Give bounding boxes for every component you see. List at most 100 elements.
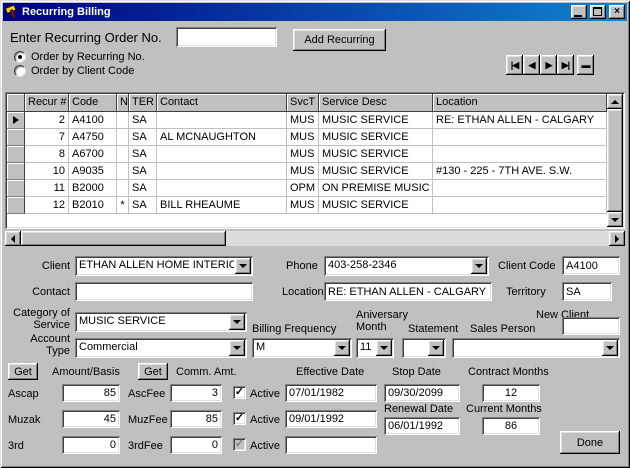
add-recurring-button[interactable]: Add Recurring bbox=[293, 29, 386, 51]
row-selector[interactable] bbox=[7, 129, 25, 146]
done-button[interactable]: Done bbox=[560, 431, 620, 454]
billing-frequency-combo[interactable]: M bbox=[252, 338, 352, 358]
cell-location[interactable] bbox=[433, 180, 607, 197]
cell-n[interactable] bbox=[117, 146, 129, 163]
nav-first-button[interactable]: |◀ bbox=[506, 55, 523, 75]
table-row[interactable]: 8 A6700 SA MUS MUSIC SERVICE bbox=[7, 146, 607, 163]
vertical-scrollbar-thumb[interactable] bbox=[607, 109, 623, 212]
table-row[interactable]: 11 B2000 SA OPM ON PREMISE MUSIC bbox=[7, 180, 607, 197]
territory-input[interactable] bbox=[562, 282, 612, 301]
stop-date-input[interactable] bbox=[384, 384, 460, 402]
dropdown-arrow-icon[interactable] bbox=[229, 314, 245, 330]
scroll-right-button[interactable] bbox=[609, 231, 625, 246]
cell-ter[interactable]: SA bbox=[129, 163, 157, 180]
titlebar[interactable]: Recurring Billing × bbox=[3, 3, 627, 21]
scroll-down-button[interactable] bbox=[607, 212, 623, 227]
table-row[interactable]: 7 A4750 SA AL MCNAUGHTON MUS MUSIC SERVI… bbox=[7, 129, 607, 146]
get-comm-button[interactable]: Get bbox=[138, 363, 168, 380]
nav-prev-button[interactable]: ◀ bbox=[523, 55, 540, 75]
cell-svct[interactable]: OPM bbox=[287, 180, 319, 197]
cell-ter[interactable]: SA bbox=[129, 112, 157, 129]
cell-location[interactable] bbox=[433, 129, 607, 146]
muzak-effective-date-input[interactable] bbox=[285, 410, 377, 428]
nav-delete-button[interactable]: ▬ bbox=[577, 55, 594, 75]
cell-contact[interactable] bbox=[157, 112, 287, 129]
row-selector[interactable] bbox=[7, 146, 25, 163]
scroll-up-button[interactable] bbox=[607, 94, 623, 109]
cell-recur[interactable]: 12 bbox=[25, 197, 69, 214]
contract-months-input[interactable] bbox=[482, 384, 540, 402]
cell-n[interactable] bbox=[117, 180, 129, 197]
cell-desc[interactable]: MUSIC SERVICE bbox=[319, 197, 433, 214]
cell-code[interactable]: A4750 bbox=[69, 129, 117, 146]
cell-location[interactable] bbox=[433, 146, 607, 163]
radio-order-by-recurring[interactable]: Order by Recurring No. bbox=[14, 50, 145, 63]
cell-desc[interactable]: MUSIC SERVICE bbox=[319, 163, 433, 180]
cell-contact[interactable] bbox=[157, 163, 287, 180]
ascap-effective-date-input[interactable] bbox=[285, 384, 377, 402]
ascap-active-checkbox[interactable]: ✓ bbox=[233, 386, 246, 399]
muzak-active-checkbox[interactable]: ✓ bbox=[233, 412, 246, 425]
dropdown-arrow-icon[interactable] bbox=[235, 258, 251, 274]
cell-svct[interactable]: MUS bbox=[287, 197, 319, 214]
dropdown-arrow-icon[interactable] bbox=[334, 340, 350, 356]
third-effective-date-input[interactable] bbox=[285, 436, 377, 454]
ascap-input[interactable] bbox=[62, 384, 120, 402]
scroll-left-button[interactable] bbox=[5, 231, 21, 246]
phone-combo[interactable]: 403-258-2346 bbox=[324, 256, 489, 276]
row-selector[interactable] bbox=[7, 197, 25, 214]
dropdown-arrow-icon[interactable] bbox=[229, 340, 245, 356]
table-row[interactable]: 10 A9035 SA MUS MUSIC SERVICE #130 - 225… bbox=[7, 163, 607, 180]
muzak-input[interactable] bbox=[62, 410, 120, 428]
cell-code[interactable]: A6700 bbox=[69, 146, 117, 163]
nav-last-button[interactable]: ▶| bbox=[557, 55, 574, 75]
cell-code[interactable]: B2000 bbox=[69, 180, 117, 197]
grid-vertical-scrollbar[interactable] bbox=[607, 94, 623, 227]
cell-code[interactable]: A9035 bbox=[69, 163, 117, 180]
cell-contact[interactable] bbox=[157, 146, 287, 163]
cell-contact[interactable]: AL MCNAUGHTON bbox=[157, 129, 287, 146]
cell-n[interactable] bbox=[117, 112, 129, 129]
row-selector[interactable] bbox=[7, 180, 25, 197]
cell-svct[interactable]: MUS bbox=[287, 129, 319, 146]
cell-contact[interactable]: BILL RHEAUME bbox=[157, 197, 287, 214]
row-selector[interactable] bbox=[7, 112, 25, 129]
third-active-checkbox[interactable]: ✓ bbox=[233, 438, 246, 451]
account-type-combo[interactable]: Commercial bbox=[75, 338, 247, 358]
maximize-button[interactable] bbox=[590, 5, 606, 19]
cell-location[interactable]: #130 - 225 - 7TH AVE. S.W. bbox=[433, 163, 607, 180]
client-combo[interactable]: ETHAN ALLEN HOME INTERIC bbox=[75, 256, 253, 276]
cell-code[interactable]: B2010 bbox=[69, 197, 117, 214]
cell-location[interactable] bbox=[433, 197, 607, 214]
dropdown-arrow-icon[interactable] bbox=[376, 340, 392, 356]
cell-recur[interactable]: 8 bbox=[25, 146, 69, 163]
cell-desc[interactable]: ON PREMISE MUSIC bbox=[319, 180, 433, 197]
cell-n[interactable] bbox=[117, 129, 129, 146]
cell-location[interactable]: RE: ETHAN ALLEN - CALGARY bbox=[433, 112, 607, 129]
dropdown-arrow-icon[interactable] bbox=[471, 258, 487, 274]
cell-recur[interactable]: 10 bbox=[25, 163, 69, 180]
minimize-button[interactable] bbox=[571, 5, 587, 19]
cell-contact[interactable] bbox=[157, 180, 287, 197]
cell-n[interactable]: * bbox=[117, 197, 129, 214]
sales-person-combo[interactable] bbox=[452, 338, 620, 358]
horizontal-scrollbar-thumb[interactable] bbox=[21, 231, 226, 246]
dropdown-arrow-icon[interactable] bbox=[602, 340, 618, 356]
nav-next-button[interactable]: ▶ bbox=[540, 55, 557, 75]
new-client-input[interactable] bbox=[562, 317, 620, 335]
cell-recur[interactable]: 2 bbox=[25, 112, 69, 129]
cell-ter[interactable]: SA bbox=[129, 197, 157, 214]
cell-svct[interactable]: MUS bbox=[287, 163, 319, 180]
cell-svct[interactable]: MUS bbox=[287, 146, 319, 163]
contact-input[interactable] bbox=[75, 282, 253, 301]
cell-ter[interactable]: SA bbox=[129, 129, 157, 146]
table-row[interactable]: 12 B2010 * SA BILL RHEAUME MUS MUSIC SER… bbox=[7, 197, 607, 214]
third-input[interactable] bbox=[62, 436, 120, 454]
cell-code[interactable]: A4100 bbox=[69, 112, 117, 129]
row-selector[interactable] bbox=[7, 163, 25, 180]
category-of-service-combo[interactable]: MUSIC SERVICE bbox=[75, 312, 247, 332]
get-amount-button[interactable]: Get bbox=[8, 363, 38, 380]
anniversary-month-combo[interactable]: 11 bbox=[356, 338, 394, 358]
ascfee-input[interactable] bbox=[170, 384, 222, 402]
thirdfee-input[interactable] bbox=[170, 436, 222, 454]
